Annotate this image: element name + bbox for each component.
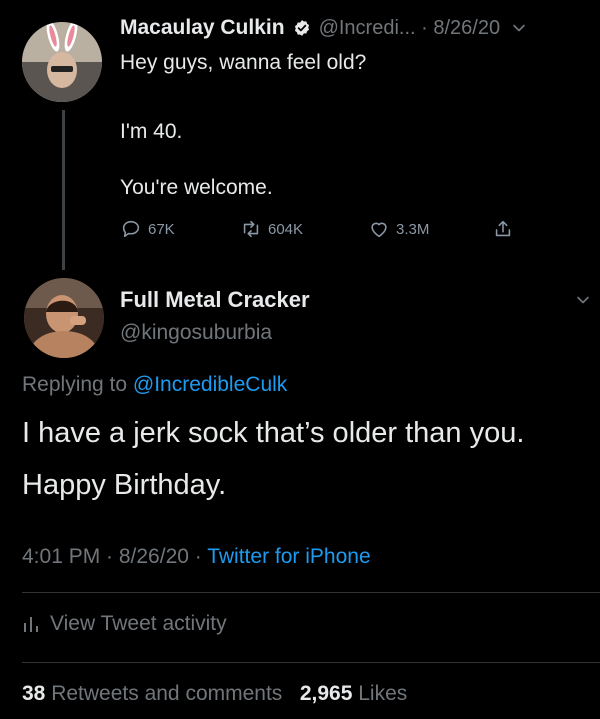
retweet-count: 604K bbox=[268, 220, 304, 238]
like-button[interactable]: 3.3M bbox=[368, 218, 429, 240]
engagement-stats: 38 Retweets and comments 2,965 Likes bbox=[22, 682, 407, 706]
replying-to-line: Replying to @IncredibleCulk bbox=[22, 373, 287, 397]
person-avatar-icon bbox=[24, 278, 104, 358]
author-handle-and-date: @Incredi... · 8/26/20 bbox=[318, 16, 501, 39]
divider bbox=[22, 592, 600, 593]
parent-tweet-header: Macaulay Culkin @Incredi... · 8/26/20 bbox=[120, 16, 590, 40]
parent-tweet-text-line3: You're welcome. bbox=[120, 176, 273, 199]
reply-author-name[interactable]: Full Metal Cracker bbox=[120, 287, 310, 313]
likes-count: 2,965 bbox=[299, 682, 353, 705]
author-avatar-macaulay[interactable] bbox=[22, 22, 102, 102]
reply-button[interactable]: 67K bbox=[120, 218, 175, 240]
chevron-down-icon[interactable] bbox=[576, 293, 590, 307]
tweet-source-link[interactable]: Twitter for iPhone bbox=[207, 545, 370, 568]
bunny-ears-avatar-icon bbox=[22, 22, 102, 102]
share-icon bbox=[495, 220, 511, 237]
reply-count: 67K bbox=[148, 220, 175, 238]
parent-tweet-text-line1: Hey guys, wanna feel old? bbox=[120, 51, 367, 74]
retweets-count: 38 bbox=[22, 682, 46, 705]
divider bbox=[22, 662, 600, 663]
reply-tweet-text-line2: Happy Birthday. bbox=[22, 469, 227, 501]
retweet-icon bbox=[243, 220, 259, 238]
heart-icon bbox=[371, 222, 387, 238]
retweets-label: Retweets and comments bbox=[51, 682, 283, 705]
retweet-button[interactable]: 604K bbox=[240, 218, 303, 240]
reply-author-handle: @kingosuburbia bbox=[120, 321, 273, 344]
reply-tweet-text-line1: I have a jerk sock that’s older than you… bbox=[22, 417, 525, 449]
author-name[interactable]: Macaulay Culkin bbox=[120, 16, 285, 40]
bar-chart-icon bbox=[24, 617, 38, 632]
likes-label: Likes bbox=[358, 682, 408, 705]
replying-to-mention-link[interactable]: @IncredibleCulk bbox=[133, 373, 287, 396]
share-button[interactable] bbox=[492, 218, 514, 240]
retweets-stat[interactable]: 38 Retweets and comments bbox=[22, 682, 282, 705]
parent-tweet-text-line2: I'm 40. bbox=[120, 120, 183, 143]
thread-connector-line bbox=[62, 110, 65, 270]
view-tweet-activity-label: View Tweet activity bbox=[50, 612, 227, 635]
likes-stat[interactable]: 2,965 Likes bbox=[300, 682, 407, 705]
reply-tweet-header: Full Metal Cracker bbox=[120, 287, 590, 313]
chevron-down-icon[interactable] bbox=[512, 21, 526, 35]
reply-icon bbox=[122, 220, 140, 238]
like-count: 3.3M bbox=[396, 220, 430, 238]
replying-to-prefix: Replying to bbox=[22, 373, 133, 396]
tweet-timestamp-line: 4:01 PM · 8/26/20 · Twitter for iPhone bbox=[22, 545, 371, 569]
view-tweet-activity-button[interactable]: View Tweet activity bbox=[22, 612, 227, 636]
tweet-timestamp: 4:01 PM · 8/26/20 · bbox=[22, 545, 208, 568]
verified-badge-icon bbox=[294, 20, 309, 36]
author-avatar-full-metal-cracker[interactable] bbox=[24, 278, 104, 358]
